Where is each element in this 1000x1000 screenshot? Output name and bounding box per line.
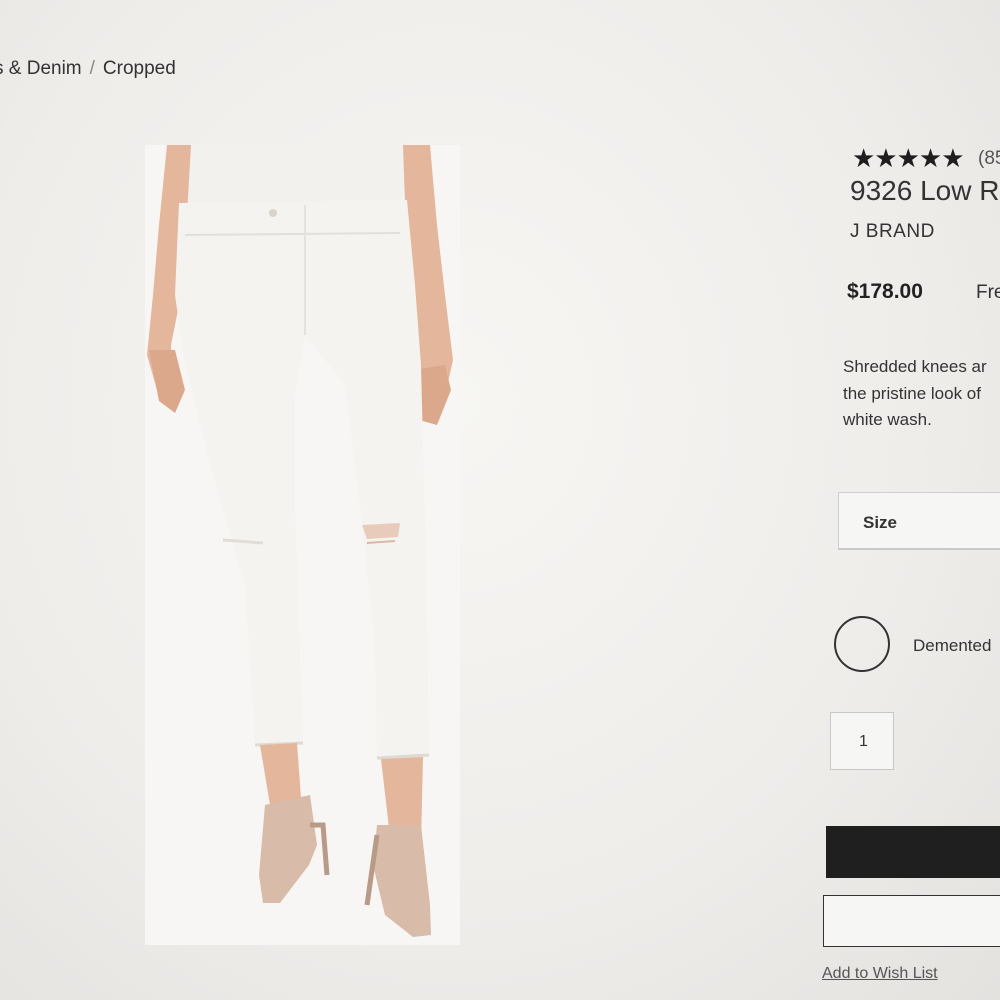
add-to-bag-button[interactable]: [826, 826, 1000, 878]
quantity-select[interactable]: 1: [830, 712, 894, 770]
breadcrumb-separator: /: [89, 58, 95, 79]
description-line: the pristine look of: [843, 383, 981, 403]
size-select[interactable]: Size: [838, 492, 1000, 550]
color-name: Demented: [913, 636, 992, 655]
product-description: Shredded knees ar the pristine look of w…: [843, 354, 1000, 434]
shipping-info: Fre: [976, 282, 1000, 303]
product-image[interactable]: [145, 145, 460, 945]
quantity-value: 1: [859, 733, 868, 750]
product-brand[interactable]: J BRAND: [850, 221, 935, 243]
product-title: 9326 Low R: [850, 175, 1000, 206]
add-to-wishlist-link[interactable]: Add to Wish List: [822, 965, 938, 983]
color-swatch[interactable]: [834, 616, 890, 672]
description-line: Shredded knees ar: [843, 357, 987, 376]
breadcrumb: s & Denim / Cropped: [0, 58, 176, 80]
review-count[interactable]: (85: [978, 148, 1000, 170]
breadcrumb-parent-link[interactable]: s & Denim: [0, 58, 82, 79]
size-label: Size: [863, 513, 898, 532]
rating-stars-icon[interactable]: ★★★★★: [852, 143, 965, 174]
description-line: white wash.: [843, 410, 932, 429]
secondary-action-button[interactable]: [823, 895, 1000, 947]
product-price: $178.00: [847, 280, 923, 303]
breadcrumb-current[interactable]: Cropped: [103, 58, 176, 79]
